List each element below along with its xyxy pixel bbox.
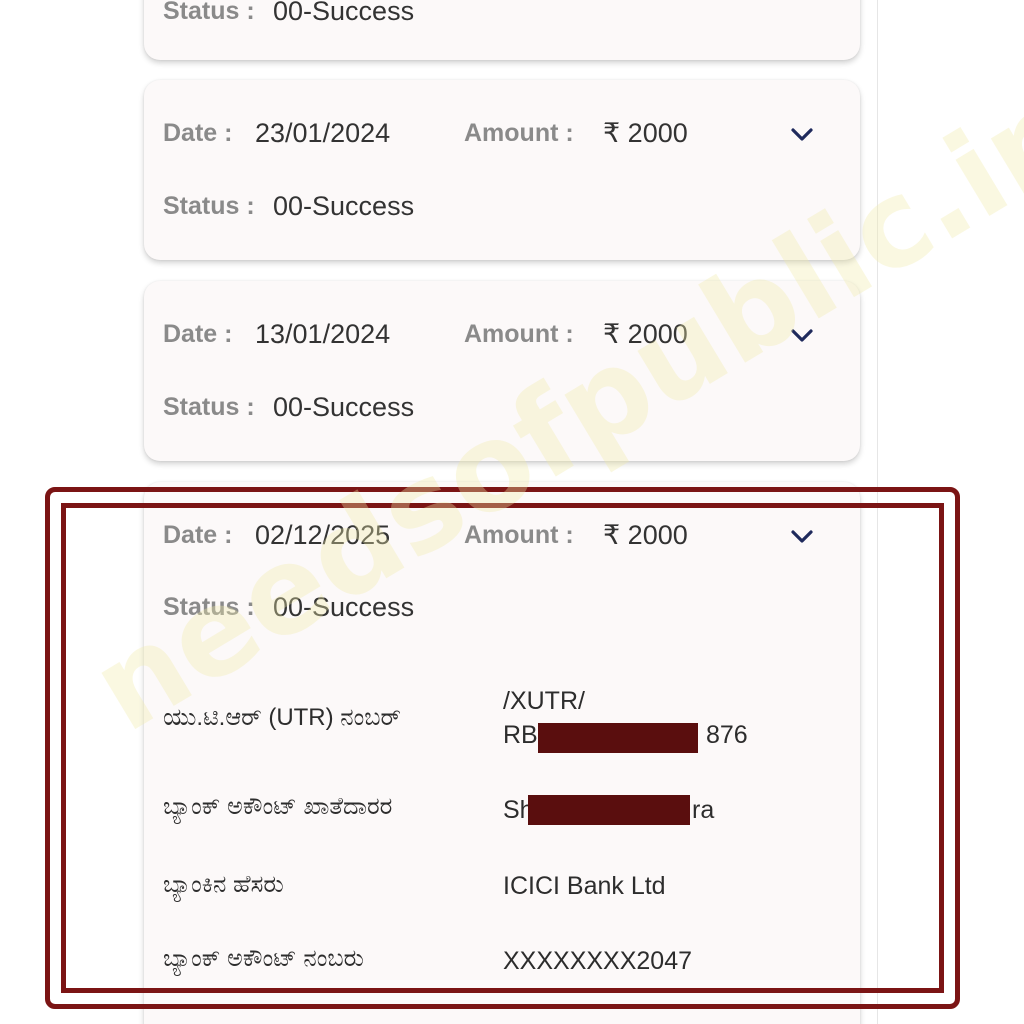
status-value: 00-Success [273,191,415,221]
status-label: Status : [163,393,255,421]
transaction-card[interactable]: Status : 00-Success [144,0,860,60]
chevron-down-icon[interactable] [789,325,815,345]
transaction-card[interactable]: Date : 23/01/2024 Amount : ₹ 2000 Status… [144,80,860,260]
status-label: Status : [163,0,255,25]
date-value: 13/01/2024 [255,319,391,349]
transaction-history-screen: Status : 00-Success Date : 23/01/2024 Am… [0,0,1024,1024]
status-value: 00-Success [273,392,415,422]
date-label: Date : [163,320,233,348]
amount-value: ₹ 2000 [603,319,688,349]
transaction-card[interactable]: Date : 13/01/2024 Amount : ₹ 2000 Status… [144,281,860,461]
status-value: 00-Success [273,0,415,26]
date-value: 23/01/2024 [255,118,391,148]
amount-value: ₹ 2000 [603,118,688,148]
date-label: Date : [163,119,233,147]
status-label: Status : [163,192,255,220]
highlight-frame-inner [61,503,944,993]
amount-label: Amount : [464,320,574,348]
chevron-down-icon[interactable] [789,124,815,144]
amount-label: Amount : [464,119,574,147]
